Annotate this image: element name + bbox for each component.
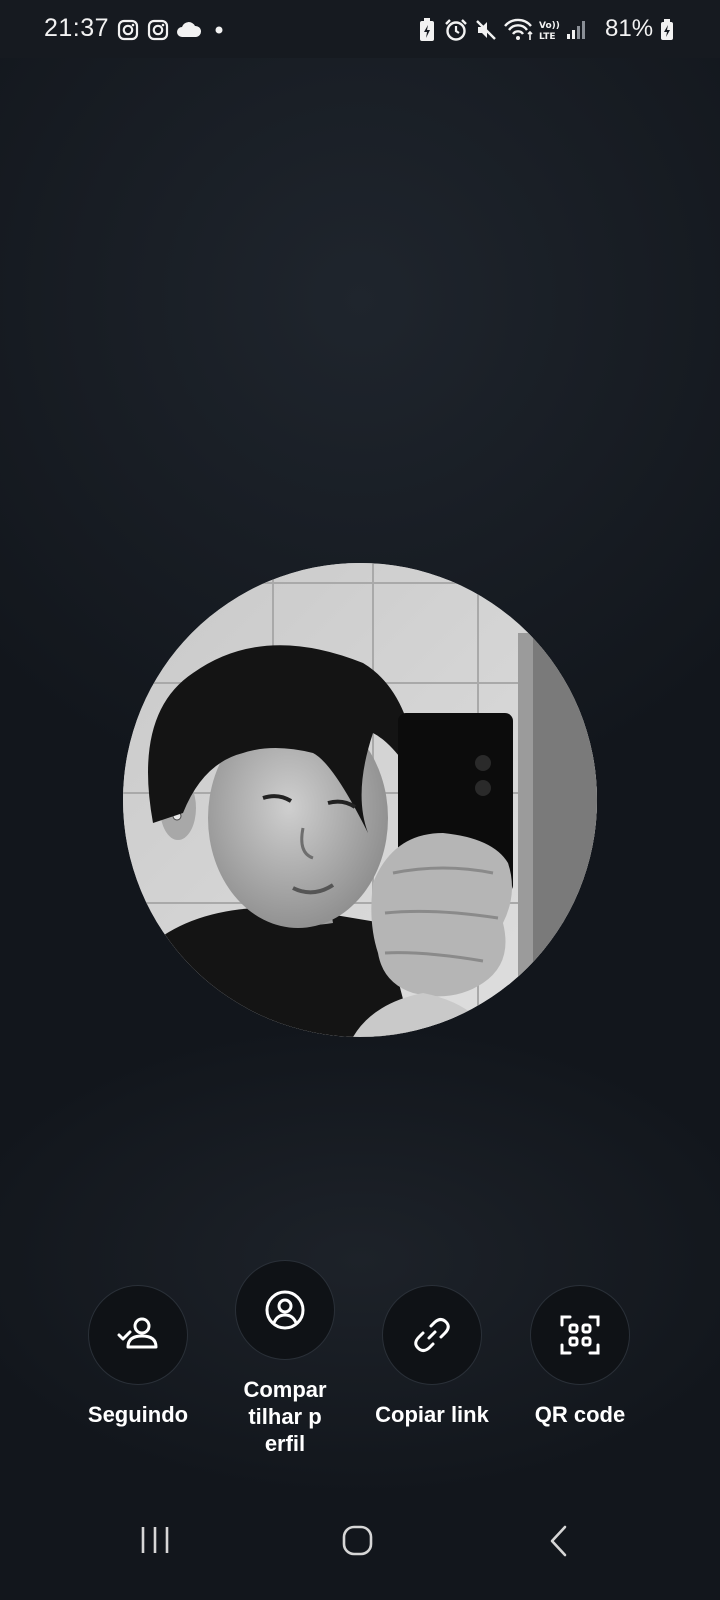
signal-icon: [567, 21, 585, 39]
battery-percentage: 81%: [605, 15, 654, 42]
instagram-icon: [117, 19, 139, 41]
qr-code-button[interactable]: [530, 1285, 630, 1385]
profile-photo: [123, 563, 597, 1037]
status-bar: 21:37 Vo)) LTE 81%: [0, 0, 720, 58]
dot-icon: [215, 26, 223, 34]
svg-text:LTE: LTE: [539, 32, 556, 42]
following-label: Seguindo: [87, 1402, 189, 1427]
following-button[interactable]: [88, 1285, 188, 1385]
link-icon: [414, 1318, 450, 1352]
share-profile-label: Compartilhar perfil: [243, 1377, 327, 1456]
home-icon[interactable]: [342, 1525, 374, 1557]
wifi-icon: [504, 18, 533, 40]
cloud-icon: [177, 22, 202, 37]
copy-link-label: Copiar link: [375, 1402, 489, 1427]
battery-charging-icon: [661, 19, 673, 40]
profile-avatar: [123, 563, 597, 1037]
qr-code-label: QR code: [534, 1402, 626, 1427]
copy-link-button[interactable]: [382, 1285, 482, 1385]
svg-text:Vo)): Vo)): [539, 21, 560, 31]
volte-icon: Vo)) LTE: [539, 21, 560, 42]
share-profile-button[interactable]: [235, 1260, 335, 1360]
mute-icon: [476, 20, 496, 40]
battery-saver-icon: [420, 18, 434, 41]
status-time: 21:37: [44, 14, 110, 42]
back-icon[interactable]: [549, 1525, 569, 1557]
share-profile-action[interactable]: Compartilhar perfil: [210, 1260, 360, 1457]
profile-circle-icon: [265, 1290, 305, 1330]
alarm-icon: [445, 19, 467, 41]
recent-apps-icon[interactable]: [138, 1525, 172, 1555]
user-check-icon: [117, 1317, 158, 1349]
qr-code-icon: [560, 1315, 600, 1355]
following-action[interactable]: Seguindo: [63, 1285, 213, 1428]
instagram-icon: [147, 19, 169, 41]
copy-link-action[interactable]: Copiar link: [357, 1285, 507, 1428]
share-profile-screen: 21:37 Vo)) LTE 81% Seguindo Compartilhar…: [0, 0, 720, 1600]
qr-code-action[interactable]: QR code: [505, 1285, 655, 1428]
